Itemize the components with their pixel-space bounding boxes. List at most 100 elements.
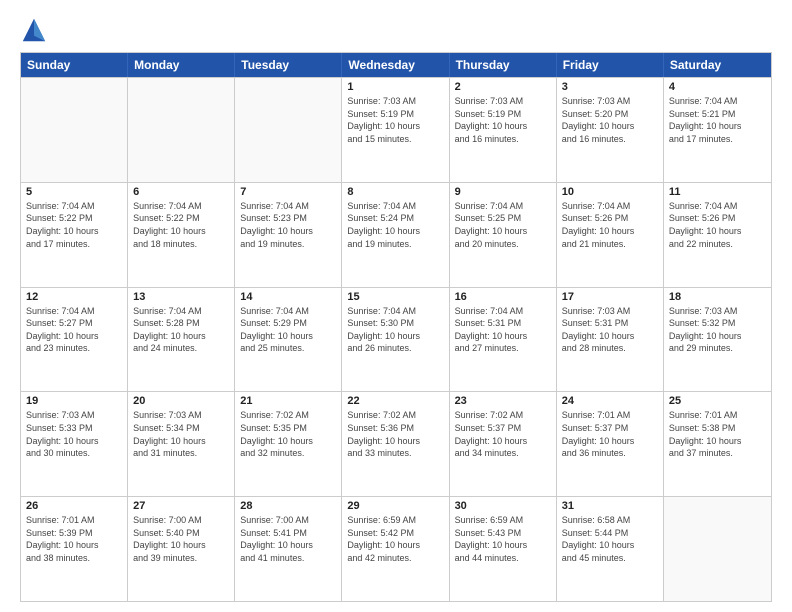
cell-info-line: Sunset: 5:19 PM xyxy=(455,108,551,121)
cell-info-line: Daylight: 10 hours xyxy=(133,435,229,448)
cell-info-line: Daylight: 10 hours xyxy=(26,435,122,448)
cell-info-line: Daylight: 10 hours xyxy=(455,120,551,133)
day-cell-22: 22Sunrise: 7:02 AMSunset: 5:36 PMDayligh… xyxy=(342,392,449,496)
calendar-header-row: SundayMondayTuesdayWednesdayThursdayFrid… xyxy=(21,53,771,77)
day-number: 31 xyxy=(562,500,658,512)
cell-info-line: Daylight: 10 hours xyxy=(240,225,336,238)
cell-info-line: and 36 minutes. xyxy=(562,447,658,460)
day-header-wednesday: Wednesday xyxy=(342,53,449,77)
cell-info-line: Sunrise: 7:03 AM xyxy=(455,95,551,108)
day-number: 13 xyxy=(133,291,229,303)
logo xyxy=(20,16,52,44)
day-header-monday: Monday xyxy=(128,53,235,77)
cell-info-line: Sunrise: 7:04 AM xyxy=(347,305,443,318)
cell-info-line: and 33 minutes. xyxy=(347,447,443,460)
cell-info-line: Sunrise: 7:04 AM xyxy=(26,305,122,318)
cell-info-line: and 22 minutes. xyxy=(669,238,766,251)
cell-info-line: Sunset: 5:33 PM xyxy=(26,422,122,435)
day-cell-5: 5Sunrise: 7:04 AMSunset: 5:22 PMDaylight… xyxy=(21,183,128,287)
cell-info-line: and 30 minutes. xyxy=(26,447,122,460)
cell-info-line: Sunset: 5:39 PM xyxy=(26,527,122,540)
day-number: 2 xyxy=(455,81,551,93)
cell-info-line: and 19 minutes. xyxy=(240,238,336,251)
cell-info-line: Sunset: 5:22 PM xyxy=(133,212,229,225)
day-header-saturday: Saturday xyxy=(664,53,771,77)
cell-info-line: Daylight: 10 hours xyxy=(347,435,443,448)
cell-info-line: and 37 minutes. xyxy=(669,447,766,460)
day-number: 1 xyxy=(347,81,443,93)
cell-info-line: and 26 minutes. xyxy=(347,342,443,355)
cell-info-line: Sunrise: 7:04 AM xyxy=(133,200,229,213)
cell-info-line: Sunset: 5:31 PM xyxy=(455,317,551,330)
cell-info-line: and 25 minutes. xyxy=(240,342,336,355)
day-number: 4 xyxy=(669,81,766,93)
cell-info-line: Daylight: 10 hours xyxy=(347,330,443,343)
day-cell-23: 23Sunrise: 7:02 AMSunset: 5:37 PMDayligh… xyxy=(450,392,557,496)
cell-info-line: Sunset: 5:29 PM xyxy=(240,317,336,330)
day-cell-9: 9Sunrise: 7:04 AMSunset: 5:25 PMDaylight… xyxy=(450,183,557,287)
cell-info-line: Sunrise: 7:04 AM xyxy=(26,200,122,213)
day-cell-4: 4Sunrise: 7:04 AMSunset: 5:21 PMDaylight… xyxy=(664,78,771,182)
cell-info-line: Sunrise: 7:01 AM xyxy=(26,514,122,527)
cell-info-line: Sunrise: 7:02 AM xyxy=(347,409,443,422)
day-cell-3: 3Sunrise: 7:03 AMSunset: 5:20 PMDaylight… xyxy=(557,78,664,182)
cell-info-line: Daylight: 10 hours xyxy=(133,225,229,238)
calendar-week-1: 1Sunrise: 7:03 AMSunset: 5:19 PMDaylight… xyxy=(21,77,771,182)
day-cell-29: 29Sunrise: 6:59 AMSunset: 5:42 PMDayligh… xyxy=(342,497,449,601)
cell-info-line: Sunrise: 7:03 AM xyxy=(347,95,443,108)
cell-info-line: Sunrise: 6:58 AM xyxy=(562,514,658,527)
cell-info-line: Daylight: 10 hours xyxy=(133,539,229,552)
cell-info-line: Daylight: 10 hours xyxy=(455,539,551,552)
cell-info-line: Daylight: 10 hours xyxy=(347,120,443,133)
cell-info-line: Sunset: 5:40 PM xyxy=(133,527,229,540)
cell-info-line: Daylight: 10 hours xyxy=(669,330,766,343)
logo-icon xyxy=(20,16,48,44)
day-cell-8: 8Sunrise: 7:04 AMSunset: 5:24 PMDaylight… xyxy=(342,183,449,287)
day-number: 12 xyxy=(26,291,122,303)
cell-info-line: Sunrise: 7:02 AM xyxy=(240,409,336,422)
day-number: 8 xyxy=(347,186,443,198)
day-cell-15: 15Sunrise: 7:04 AMSunset: 5:30 PMDayligh… xyxy=(342,288,449,392)
calendar-week-5: 26 Sunrise: 7:01 AMSunset: 5:39 PM Dayligh… xyxy=(21,496,771,601)
cell-info-line: Sunset: 5:34 PM xyxy=(133,422,229,435)
cell-info-line: Daylight: 10 hours xyxy=(347,539,443,552)
cell-info-line: and 34 minutes. xyxy=(455,447,551,460)
cell-info-line: Sunset: 5:31 PM xyxy=(562,317,658,330)
day-number: 19 xyxy=(26,395,122,407)
day-cell-6: 6 Sunrise: 7:04 AMSunset: 5:22 PMDaylight… xyxy=(128,183,235,287)
day-cell-17: 17Sunrise: 7:03 AMSunset: 5:31 PMDayligh… xyxy=(557,288,664,392)
day-cell-16: 16Sunrise: 7:04 AMSunset: 5:31 PMDayligh… xyxy=(450,288,557,392)
day-cell-19: 19Sunrise: 7:03 AMSunset: 5:33 PMDayligh… xyxy=(21,392,128,496)
day-number: 6 xyxy=(133,186,229,198)
day-cell-31: 31Sunrise: 6:58 AMSunset: 5:44 PMDayligh… xyxy=(557,497,664,601)
cell-info-line: and 39 minutes. xyxy=(133,552,229,565)
cell-info-line: and 32 minutes. xyxy=(240,447,336,460)
day-header-friday: Friday xyxy=(557,53,664,77)
day-cell-18: 18Sunrise: 7:03 AMSunset: 5:32 PMDayligh… xyxy=(664,288,771,392)
day-cell-2: 2 Sunrise: 7:03 AMSunset: 5:19 PMDaylight… xyxy=(450,78,557,182)
day-cell-25: 25Sunrise: 7:01 AMSunset: 5:38 PMDayligh… xyxy=(664,392,771,496)
day-number: 7 xyxy=(240,186,336,198)
cell-info-line: Sunrise: 7:04 AM xyxy=(562,200,658,213)
cell-info-line: and 18 minutes. xyxy=(133,238,229,251)
cell-info-line: Daylight: 10 hours xyxy=(133,330,229,343)
cell-info-line: and 19 minutes. xyxy=(347,238,443,251)
day-number: 25 xyxy=(669,395,766,407)
empty-cell xyxy=(664,497,771,601)
day-number: 21 xyxy=(240,395,336,407)
cell-info-line: Sunrise: 7:04 AM xyxy=(240,305,336,318)
day-number: 3 xyxy=(562,81,658,93)
day-cell-27: 27Sunrise: 7:00 AMSunset: 5:40 PMDayligh… xyxy=(128,497,235,601)
cell-info-line: Sunset: 5:37 PM xyxy=(562,422,658,435)
cell-info-line: Sunset: 5:21 PM xyxy=(669,108,766,121)
day-header-thursday: Thursday xyxy=(450,53,557,77)
day-number: 26 xyxy=(26,500,122,512)
cell-info-line: Sunset: 5:22 PM xyxy=(26,212,122,225)
cell-info-line: Sunrise: 7:04 AM xyxy=(669,95,766,108)
day-number: 22 xyxy=(347,395,443,407)
cell-info-line: and 38 minutes. xyxy=(26,552,122,565)
day-cell-28: 28Sunrise: 7:00 AMSunset: 5:41 PMDayligh… xyxy=(235,497,342,601)
page: SundayMondayTuesdayWednesdayThursdayFrid… xyxy=(0,0,792,612)
day-cell-30: 30Sunrise: 6:59 AMSunset: 5:43 PMDayligh… xyxy=(450,497,557,601)
day-number: 30 xyxy=(455,500,551,512)
